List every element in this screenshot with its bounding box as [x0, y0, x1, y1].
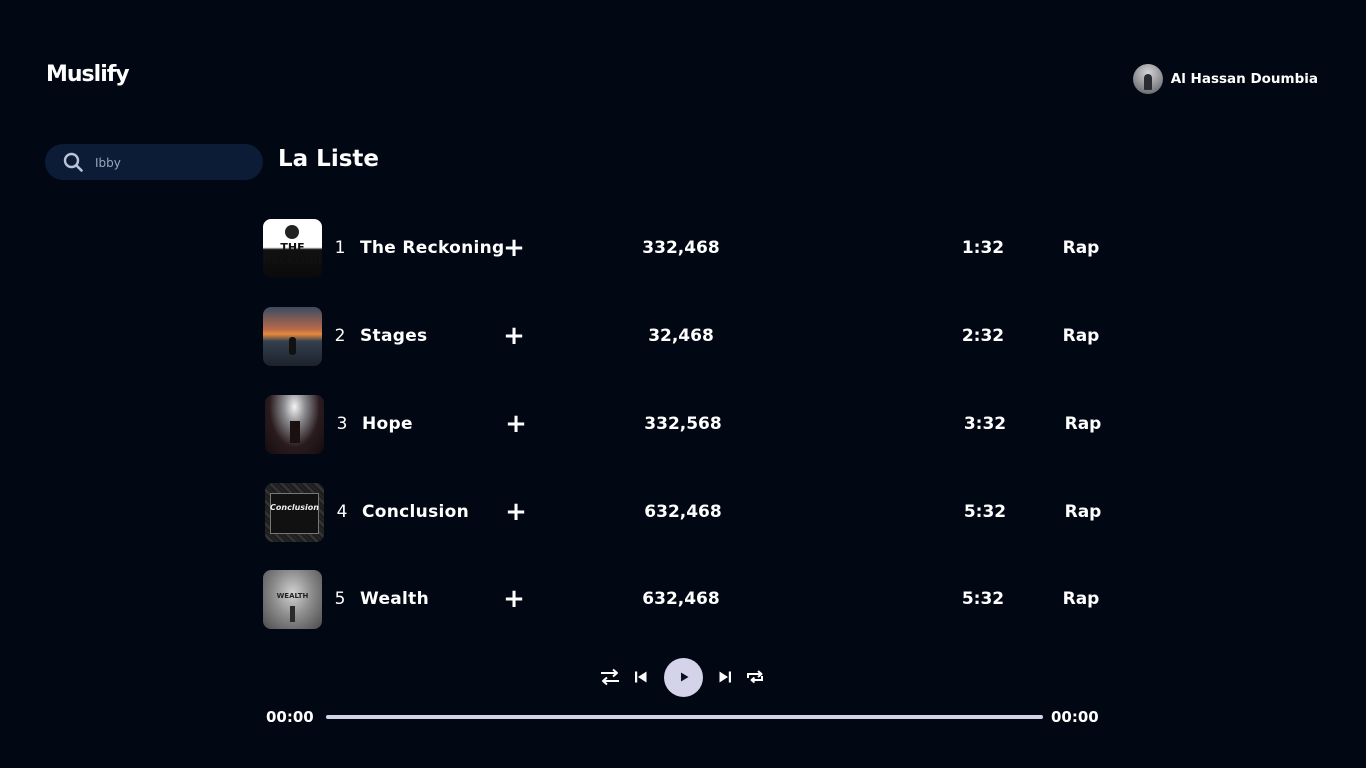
track-name[interactable]: Hope	[362, 414, 413, 434]
app-logo[interactable]: Muslify	[46, 62, 130, 87]
user-name[interactable]: Al Hassan Doumbia	[1171, 71, 1318, 87]
add-to-playlist-button[interactable]: +	[503, 586, 525, 612]
track-number: 1	[334, 238, 346, 258]
skip-next-icon	[719, 671, 731, 683]
track-duration: 5:32	[963, 502, 1007, 522]
album-cover[interactable]: WEALTH	[263, 570, 322, 629]
add-to-playlist-button[interactable]: +	[505, 411, 527, 437]
track-name[interactable]: Conclusion	[362, 502, 469, 522]
play-icon	[680, 672, 688, 682]
track-duration: 2:32	[961, 326, 1005, 346]
track-row[interactable]: 2 Stages + 32,468 2:32 Rap	[263, 307, 1123, 367]
total-time: 00:00	[1051, 708, 1099, 726]
play-count: 632,468	[642, 589, 720, 609]
album-cover[interactable]: THE RECKONING	[263, 219, 322, 278]
cover-text: Conclusion	[270, 503, 319, 512]
player-controls	[598, 657, 768, 697]
avatar[interactable]	[1132, 64, 1163, 94]
track-row[interactable]: Conclusion 4 Conclusion + 632,468 5:32 R…	[263, 483, 1123, 543]
progress-fill	[326, 715, 1043, 719]
track-duration: 1:32	[961, 238, 1005, 258]
shuffle-icon	[601, 668, 619, 686]
add-to-playlist-button[interactable]: +	[503, 235, 525, 261]
track-duration: 3:32	[963, 414, 1007, 434]
play-count: 332,568	[644, 414, 722, 434]
track-number: 2	[334, 326, 346, 346]
play-count: 632,468	[644, 502, 722, 522]
user-profile[interactable]: Al Hassan Doumbia	[1132, 64, 1318, 94]
track-name[interactable]: Stages	[360, 326, 427, 346]
play-count: 32,468	[648, 326, 714, 346]
next-button[interactable]	[716, 657, 734, 697]
track-name[interactable]: Wealth	[360, 589, 429, 609]
add-to-playlist-button[interactable]: +	[503, 323, 525, 349]
track-row[interactable]: THE RECKONING 1 The Reckoning + 332,468 …	[263, 219, 1123, 279]
search-icon[interactable]	[63, 152, 83, 172]
track-genre: Rap	[1064, 414, 1102, 434]
repeat-icon	[747, 670, 763, 684]
play-button[interactable]	[664, 657, 703, 697]
avatar-figure	[1143, 74, 1152, 90]
track-name[interactable]: The Reckoning	[360, 238, 504, 258]
cover-text: THE RECKONING	[263, 241, 322, 267]
album-cover[interactable]: Conclusion	[265, 483, 324, 542]
album-cover[interactable]	[263, 307, 322, 366]
album-cover[interactable]	[265, 395, 324, 454]
playlist-title: La Liste	[278, 146, 380, 172]
skip-previous-icon	[635, 671, 647, 683]
track-row[interactable]: WEALTH 5 Wealth + 632,468 5:32 Rap	[263, 570, 1123, 630]
current-time: 00:00	[266, 708, 314, 726]
progress-bar[interactable]	[326, 715, 1043, 719]
track-genre: Rap	[1064, 502, 1102, 522]
cover-text: WEALTH	[276, 592, 309, 600]
app-root: Muslify Al Hassan Doumbia La Liste THE R…	[0, 0, 1366, 768]
track-genre: Rap	[1062, 326, 1100, 346]
track-number: 3	[336, 414, 348, 434]
track-number: 5	[334, 589, 346, 609]
play-count: 332,468	[642, 238, 720, 258]
track-genre: Rap	[1062, 589, 1100, 609]
repeat-button[interactable]	[744, 657, 766, 697]
search-bar[interactable]	[45, 144, 263, 180]
track-row[interactable]: 3 Hope + 332,568 3:32 Rap	[263, 395, 1123, 455]
track-duration: 5:32	[961, 589, 1005, 609]
previous-button[interactable]	[632, 657, 650, 697]
track-number: 4	[336, 502, 348, 522]
search-input[interactable]	[93, 150, 257, 176]
add-to-playlist-button[interactable]: +	[505, 499, 527, 525]
shuffle-button[interactable]	[598, 657, 622, 697]
track-genre: Rap	[1062, 238, 1100, 258]
